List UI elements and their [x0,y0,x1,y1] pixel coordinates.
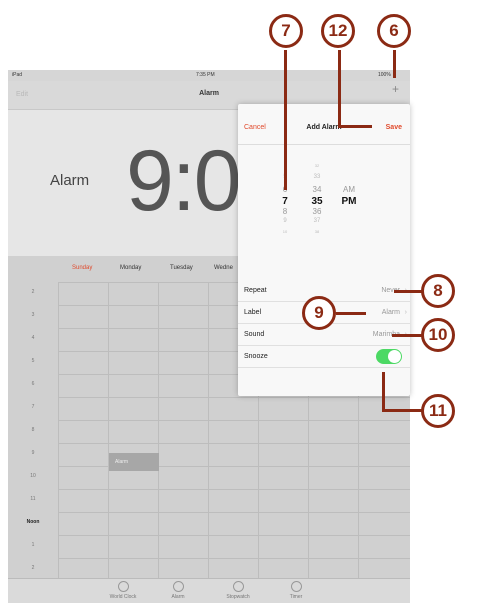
callout-10: 10 [421,318,455,352]
label-value: Alarm [381,309,400,316]
callout-line-8 [394,290,422,293]
stopwatch-icon [232,581,244,592]
alarm-event-label: Alarm [115,459,129,465]
snooze-toggle[interactable] [376,349,402,364]
alarm-clock-icon [172,581,184,592]
picker-hours-value[interactable]: 9 [270,218,300,224]
hour-label: 7 [31,404,35,410]
add-alarm-button[interactable]: + [392,82,399,96]
snooze-label: Snooze [244,353,268,360]
hour-label: Noon [26,519,40,525]
callout-line-12-h [338,125,372,128]
timer-icon [290,581,302,592]
page-title: Alarm [199,90,219,97]
hour-label: 8 [31,427,35,433]
status-bar: iPad 7:35 PM 100% [8,70,410,81]
callout-12: 12 [321,14,355,48]
sound-label: Sound [244,331,265,338]
globe-icon [117,581,129,592]
popover-header: Cancel Add Alarm Save [238,104,410,145]
callout-7: 7 [269,14,303,48]
picker-ampm-value[interactable]: PM [334,196,364,207]
hero-time: 9:0 [126,133,242,229]
picker-hours-value[interactable]: 10 [270,229,300,234]
save-button[interactable]: Save [386,124,402,131]
hour-label: 5 [31,358,35,364]
hour-label: 2 [31,289,35,295]
callout-line-11-h [382,409,422,412]
picker-minutes-value[interactable]: 36 [302,207,332,216]
callout-line-6 [393,50,396,78]
tab-label: Alarm [171,594,185,600]
picker-minutes-value[interactable]: 33 [302,174,332,180]
hour-label: 2 [31,565,35,571]
grid-col-line [58,282,59,578]
hero-label: Alarm [50,172,90,189]
tab-label: Stopwatch [226,594,250,600]
tab-world-clock[interactable]: World Clock [103,581,143,600]
day-sunday[interactable]: Sunday [72,265,92,271]
grid-col-line [208,282,209,578]
snooze-row: Snooze [238,346,410,368]
callout-line-10 [392,334,422,337]
hour-label: 9 [31,450,35,456]
callout-6: 6 [377,14,411,48]
label-label: Label [244,309,262,316]
callout-line-7 [284,50,287,190]
tab-bar: World Clock Alarm Stopwatch Timer [8,578,410,603]
battery-label: 100% [378,72,391,78]
callout-8: 8 [421,274,455,308]
picker-ampm-value[interactable]: AM [334,185,364,194]
picker-minutes-value[interactable]: 34 [302,185,332,194]
tab-alarm[interactable]: Alarm [158,581,198,600]
hour-label: 10 [30,473,36,479]
time-picker[interactable]: 4567891032333435363738AMPM [238,144,410,264]
callout-line-12 [338,50,341,126]
tab-timer[interactable]: Timer [276,581,316,600]
toggle-knob [388,350,401,363]
tab-stopwatch[interactable]: Stopwatch [218,581,258,600]
day-tuesday[interactable]: Tuesday [170,265,193,271]
grid-col-line [158,282,159,578]
day-monday[interactable]: Monday [120,265,141,271]
alarm-event[interactable]: Alarm [109,453,159,471]
repeat-label: Repeat [244,287,267,294]
picker-minutes-value[interactable]: 32 [302,163,332,168]
day-wednesday[interactable]: Wedne [214,265,233,271]
tab-label: World Clock [109,594,137,600]
callout-line-11 [382,372,385,412]
picker-minutes-value[interactable]: 35 [302,196,332,207]
callout-line-9 [336,312,366,315]
status-time: 7:35 PM [196,72,215,78]
hour-label: 4 [31,335,35,341]
grid-col-line [108,282,109,578]
callout-9: 9 [302,296,336,330]
hour-label: 6 [31,381,35,387]
hour-label: 11 [30,496,36,502]
add-alarm-popover: Cancel Add Alarm Save 456789103233343536… [238,104,410,396]
picker-hours-value[interactable]: 7 [270,196,300,207]
picker-minutes-value[interactable]: 38 [302,229,332,234]
chevron-right-icon: › [404,309,407,316]
picker-hours-value[interactable]: 8 [270,207,300,216]
tab-label: Timer [289,594,303,600]
hour-label: 1 [31,542,35,548]
carrier-label: iPad [12,72,23,78]
picker-minutes-value[interactable]: 37 [302,218,332,224]
hour-label: 3 [31,312,35,318]
callout-11: 11 [421,394,455,428]
popover-title: Add Alarm [306,124,342,131]
